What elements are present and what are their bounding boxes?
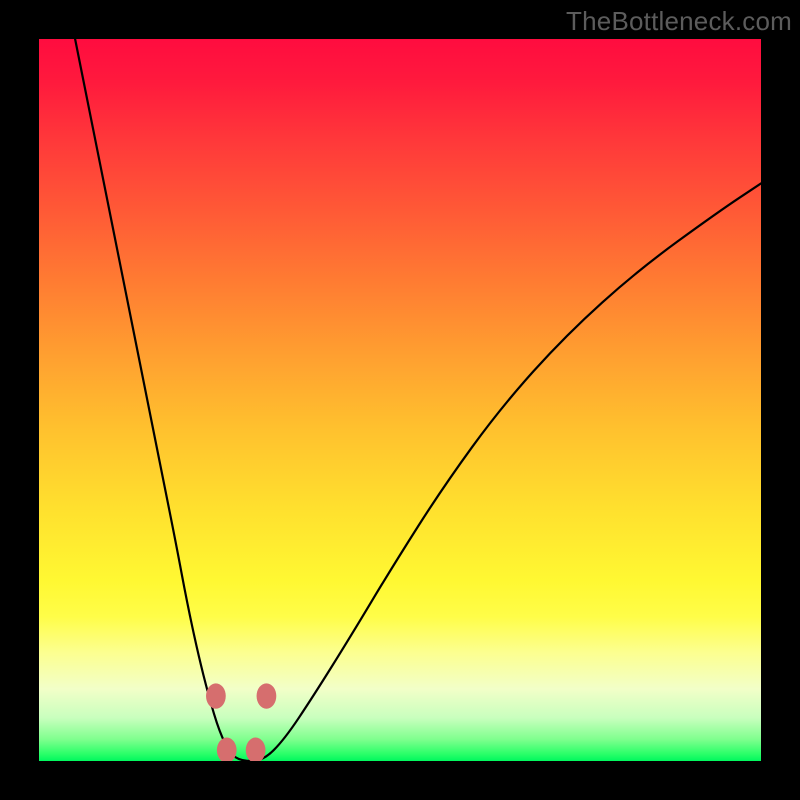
plot-area [39, 39, 761, 761]
bottleneck-curve-path [75, 39, 761, 761]
watermark-text: TheBottleneck.com [566, 6, 792, 37]
bottleneck-curve-svg [39, 39, 761, 761]
trough-marker [246, 738, 266, 762]
trough-marker [257, 683, 277, 708]
trough-marker [217, 738, 237, 762]
trough-marker [206, 683, 226, 708]
chart-frame: TheBottleneck.com [0, 0, 800, 800]
